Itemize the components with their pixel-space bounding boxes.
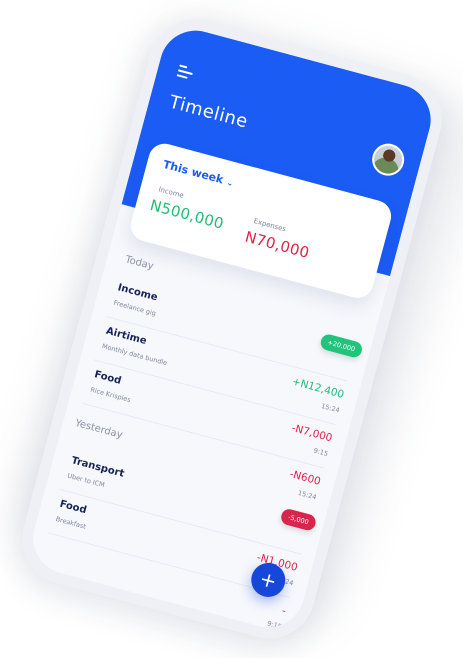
chevron-down-icon: ⌄ [225,177,235,189]
transaction-amount: - [280,604,288,618]
section-title-yesterday: Yesterday [73,417,124,442]
income-value: N500,000 [148,195,226,233]
transaction-desc: Monthly data bundle [101,342,169,368]
transaction-amount: -N7,000 [290,422,334,445]
transaction-time: 9:15 [312,446,329,458]
transaction-desc: Rice Krispies [89,385,132,405]
menu-icon[interactable] [176,64,196,80]
stage: Timeline This week⌄ Income N500,000 Expe… [0,0,463,658]
avatar-photo [371,142,406,177]
page-title: Timeline [167,91,251,133]
expenses-value: N70,000 [243,227,312,263]
period-label: This week [161,157,225,187]
transaction-desc: Breakfast [54,515,87,531]
transaction-name: Food [93,369,123,387]
transaction-name: Food [58,498,88,517]
transaction-amount: +N12,400 [290,375,346,401]
avatar[interactable] [368,140,408,180]
app-screen: Timeline This week⌄ Income N500,000 Expe… [25,22,439,636]
transaction-time: 15:24 [320,401,341,415]
transaction-time: 9:15 [266,619,283,631]
transaction-amount: -N600 [288,468,322,488]
phone-frame: Timeline This week⌄ Income N500,000 Expe… [11,9,453,649]
plus-icon: + [257,566,280,594]
period-selector[interactable]: This week⌄ [162,158,235,189]
transaction-time: 15:24 [297,488,318,502]
transaction-desc: Uber to ICM [66,471,106,490]
amount-badge: -5,000 [279,507,318,532]
